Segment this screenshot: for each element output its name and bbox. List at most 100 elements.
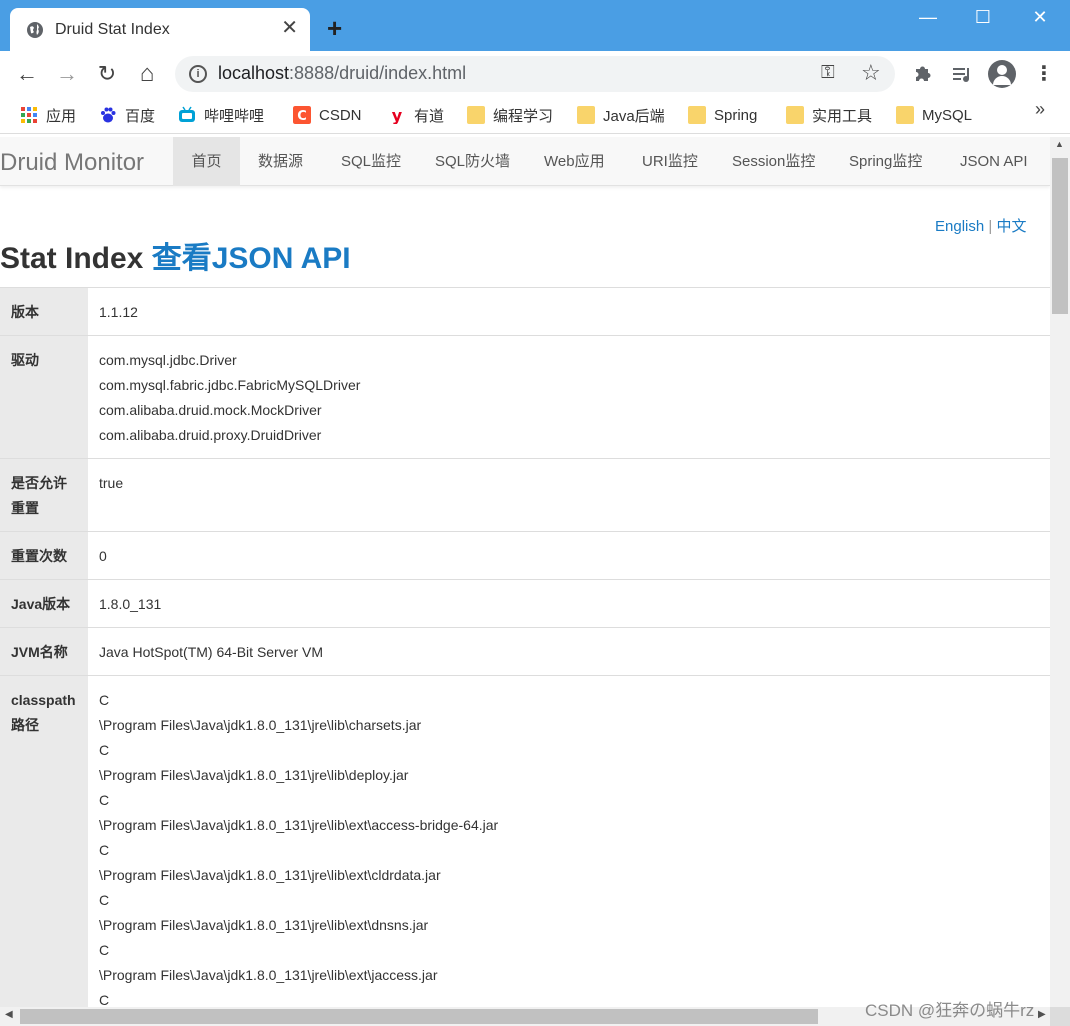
stat-value-line: C [99, 692, 110, 708]
folder-icon [467, 106, 485, 124]
stat-value: Java HotSpot(TM) 64-Bit Server VM [88, 627, 1050, 676]
bookmark-csdn[interactable]: C CSDN [293, 103, 362, 127]
page-viewport: Druid Monitor 首页 数据源 SQL监控 SQL防火墙 Web应用 … [0, 137, 1050, 1007]
stat-row: Java版本 1.8.0_131 [0, 579, 1050, 628]
scrollbar-corner [1050, 1007, 1070, 1026]
stat-key: 是否允许重置 [0, 458, 88, 532]
bookmark-apps[interactable]: 应用 [20, 103, 76, 127]
bookmark-label: 百度 [125, 107, 156, 125]
json-api-link[interactable]: 查看JSON API [152, 242, 351, 275]
bookmark-folder-mysql[interactable]: MySQL [896, 103, 972, 127]
stat-key: 重置次数 [0, 531, 88, 580]
page-title: Stat Index 查看JSON API [0, 233, 351, 277]
bookmark-folder-tools[interactable]: 实用工具 [786, 103, 872, 127]
stat-value-line: true [99, 475, 124, 491]
tab-title: Druid Stat Index [55, 21, 170, 38]
youdao-icon: y [392, 106, 403, 124]
maximize-button[interactable]: ☐ [958, 6, 1008, 28]
close-window-button[interactable]: ✕ [1015, 6, 1065, 28]
bookmark-bilibili[interactable]: 哔哩哔哩 [178, 103, 264, 127]
stat-value-line: \Program Files\Java\jdk1.8.0_131\jre\lib… [99, 917, 429, 933]
site-info-icon[interactable]: i [189, 65, 207, 83]
media-queue-icon[interactable] [948, 60, 976, 88]
nav-web-app[interactable]: Web应用 [544, 137, 605, 186]
stat-row: 版本 1.1.12 [0, 287, 1050, 336]
stat-value-line: \Program Files\Java\jdk1.8.0_131\jre\lib… [99, 867, 441, 883]
profile-avatar-icon[interactable] [988, 60, 1016, 88]
bookmark-youdao[interactable]: y 有道 [388, 103, 444, 127]
bilibili-tv-icon [179, 106, 195, 122]
stat-value-line: com.alibaba.druid.proxy.DruidDriver [99, 427, 322, 443]
bookmark-label: 哔哩哔哩 [204, 107, 265, 125]
stat-value-line: C [99, 942, 110, 958]
stat-row: 重置次数 0 [0, 531, 1050, 580]
minimize-button[interactable]: — [903, 6, 953, 28]
forward-button[interactable]: → [53, 60, 81, 88]
stat-value: true [88, 458, 1050, 532]
url-text[interactable]: localhost:8888/druid/index.html [218, 63, 466, 84]
menu-kebab-icon[interactable]: ⋮ [1030, 60, 1058, 88]
folder-icon [896, 106, 914, 124]
nav-datasource[interactable]: 数据源 [258, 137, 303, 186]
browser-title-bar: Druid Stat Index ✕ + — ☐ ✕ [0, 0, 1070, 51]
reload-button[interactable]: ↻ [93, 60, 121, 88]
scroll-up-arrow-icon[interactable]: ▲ [1055, 139, 1065, 149]
bookmark-folder-java[interactable]: Java后端 [577, 103, 665, 127]
nav-sql-firewall[interactable]: SQL防火墙 [435, 137, 510, 186]
bookmark-label: 有道 [414, 107, 445, 125]
bookmark-label: 编程学习 [493, 107, 554, 125]
lang-chinese-link[interactable]: 中文 [996, 218, 1026, 235]
tab-close-icon[interactable]: ✕ [281, 17, 298, 39]
stat-value: com.mysql.jdbc.Driver com.mysql.fabric.jd… [88, 335, 1050, 459]
nav-json-api[interactable]: JSON API [960, 137, 1028, 186]
nav-uri-monitor[interactable]: URI监控 [642, 137, 698, 186]
brand-logo[interactable]: Druid Monitor [0, 149, 144, 177]
bookmark-folder-programming[interactable]: 编程学习 [467, 103, 553, 127]
stat-value-line: C [99, 742, 110, 758]
scroll-right-arrow-icon[interactable]: ▶ [1038, 1009, 1046, 1020]
key-icon[interactable]: ⚿ [821, 62, 835, 83]
nav-home[interactable]: 首页 [173, 137, 240, 186]
stat-key: classpath路径 [0, 675, 88, 1007]
page-title-text: Stat Index [0, 242, 152, 275]
stat-key: Java版本 [0, 579, 88, 628]
horizontal-scroll-thumb[interactable] [20, 1009, 818, 1024]
vertical-scroll-thumb[interactable] [1052, 158, 1068, 314]
scroll-left-arrow-icon[interactable]: ◀ [5, 1009, 13, 1020]
baidu-paw-icon [101, 107, 116, 123]
apps-grid-icon [21, 107, 37, 123]
svg-text:y: y [392, 106, 403, 124]
bookmark-folder-spring[interactable]: Spring [688, 103, 757, 127]
bookmarks-overflow-icon[interactable]: » [1035, 99, 1045, 120]
nav-session-monitor[interactable]: Session监控 [732, 137, 815, 186]
csdn-icon: C [293, 106, 311, 124]
stat-value: 1.1.12 [88, 287, 1050, 336]
stat-row: classpath路径 C \Program Files\Java\jdk1.8.0… [0, 675, 1050, 1007]
globe-icon [27, 22, 43, 38]
address-bar[interactable]: i localhost:8888/druid/index.html ⚿ ☆ [175, 56, 895, 92]
stat-key: 驱动 [0, 335, 88, 459]
stat-table: 版本 1.1.12 驱动 com.mysql.jdbc.Driver com.mysql… [0, 287, 1050, 1007]
druid-navbar: Druid Monitor 首页 数据源 SQL监控 SQL防火墙 Web应用 … [0, 137, 1050, 186]
back-button[interactable]: ← [13, 60, 41, 88]
stat-row: 是否允许重置 true [0, 458, 1050, 532]
extensions-icon[interactable] [908, 60, 936, 88]
stat-value-line: C [99, 792, 110, 808]
browser-tab[interactable]: Druid Stat Index ✕ [10, 8, 310, 51]
stat-value-line: \Program Files\Java\jdk1.8.0_131\jre\lib… [99, 817, 499, 833]
lang-separator: | [984, 218, 997, 235]
lang-english-link[interactable]: English [935, 218, 984, 235]
new-tab-button[interactable]: + [327, 15, 342, 41]
nav-spring-monitor[interactable]: Spring监控 [849, 137, 922, 186]
stat-key: 版本 [0, 287, 88, 336]
bookmark-star-icon[interactable]: ☆ [861, 60, 881, 86]
bookmark-label: Spring [714, 106, 758, 124]
csdn-watermark: CSDN @狂奔の蜗牛rz [865, 1001, 1035, 1020]
stat-key: JVM名称 [0, 627, 88, 676]
home-button[interactable]: ⌂ [133, 60, 161, 88]
stat-value-line: com.mysql.fabric.jdbc.FabricMySQLDriver [99, 377, 361, 393]
stat-value-line: \Program Files\Java\jdk1.8.0_131\jre\lib… [99, 767, 409, 783]
bookmark-baidu[interactable]: 百度 [99, 103, 155, 127]
stat-value-line: C [99, 892, 110, 908]
nav-sql-monitor[interactable]: SQL监控 [341, 137, 401, 186]
